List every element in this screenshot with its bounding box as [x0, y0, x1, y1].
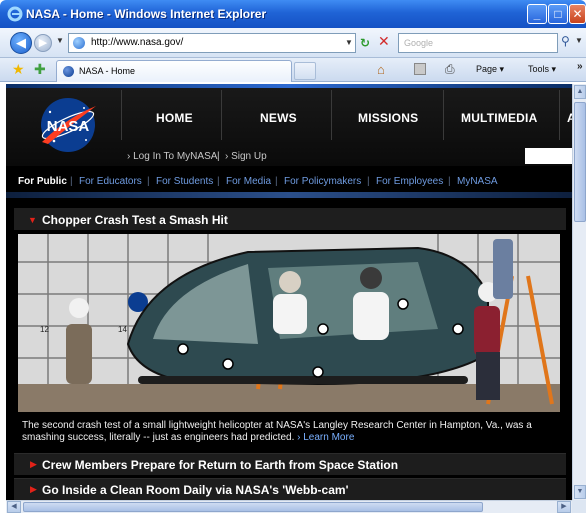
audience-students[interactable]: For Students [156, 176, 213, 187]
audience-separator: | [448, 176, 451, 187]
login-mynasa-link[interactable]: › Log In To MyNASA [127, 151, 217, 162]
board-number-12: 12 [40, 325, 49, 334]
scroll-right-icon[interactable]: ▶ [557, 501, 571, 513]
audience-separator: | [70, 176, 73, 187]
minimize-button[interactable]: _ [527, 4, 547, 24]
signup-link[interactable]: › Sign Up [225, 151, 267, 162]
search-input[interactable]: Google [398, 33, 558, 53]
maximize-button[interactable]: □ [548, 4, 568, 24]
page-globe-icon [73, 37, 85, 49]
forward-button[interactable]: ▶ [34, 34, 52, 52]
audience-mynasa[interactable]: MyNASA [457, 176, 498, 187]
story-title-crew-return[interactable]: Crew Members Prepare for Return to Earth… [42, 458, 398, 472]
nav-news[interactable]: NEWS [260, 111, 297, 125]
horizontal-scroll-thumb[interactable] [23, 502, 483, 512]
login-separator: | [217, 151, 220, 162]
page-menu-button[interactable]: Page ▾ [476, 64, 504, 75]
internet-explorer-icon [7, 6, 23, 22]
expanded-arrow-icon: ▼ [28, 215, 37, 225]
address-dropdown-icon[interactable]: ▼ [342, 33, 356, 53]
nav-multimedia[interactable]: MULTIMEDIA [461, 111, 537, 125]
scroll-down-icon[interactable]: ▼ [574, 485, 586, 499]
more-commands-button[interactable]: » [577, 61, 583, 72]
nav-divider [443, 90, 444, 140]
feature-caption-text: The second crash test of a small lightwe… [22, 420, 532, 443]
address-url[interactable]: http://www.nasa.gov/ [91, 37, 183, 48]
audience-media[interactable]: For Media [226, 176, 271, 187]
collapsed-arrow-icon: ▶ [30, 484, 37, 494]
refresh-icon[interactable]: ↻ [360, 36, 370, 50]
site-search-input[interactable] [525, 148, 572, 164]
feature-title[interactable]: Chopper Crash Test a Smash Hit [42, 213, 228, 227]
recent-pages-dropdown-icon[interactable]: ▼ [56, 36, 64, 45]
search-options-dropdown-icon[interactable]: ▼ [575, 36, 583, 45]
nasa-header: NASA HOME NEWS MISSIONS MULTIMEDIA A › L… [6, 84, 572, 166]
learn-more-link[interactable]: › Learn More [297, 432, 354, 443]
home-icon[interactable]: ⌂ [377, 62, 385, 77]
audience-policymakers[interactable]: For Policymakers [284, 176, 361, 187]
audience-educators[interactable]: For Educators [79, 176, 142, 187]
feature-photo-helicopter[interactable]: 12 14 [18, 234, 560, 412]
header-accent-line [6, 84, 572, 88]
vertical-scroll-thumb[interactable] [574, 102, 586, 222]
favorites-star-icon[interactable]: ★ [12, 61, 25, 78]
tab-nasa-home[interactable]: NASA - Home [56, 60, 292, 82]
nav-divider [121, 90, 122, 140]
window-titlebar[interactable]: NASA - Home - Windows Internet Explorer … [0, 0, 586, 28]
scrollbar-corner [572, 500, 586, 513]
nav-home[interactable]: HOME [156, 111, 193, 125]
nasa-logo-text: NASA [47, 118, 90, 135]
address-field[interactable]: http://www.nasa.gov/ [68, 33, 356, 53]
address-toolbar: ◀ ▶ ▼ http://www.nasa.gov/ ▼ ↻ ✕ Google … [0, 28, 586, 58]
vertical-scrollbar[interactable]: ▲ ▼ [572, 84, 586, 500]
horizontal-scrollbar[interactable]: ◀ ▶ [6, 500, 572, 513]
nav-divider [331, 90, 332, 140]
audience-separator: | [147, 176, 150, 187]
print-icon[interactable]: ⎙ [445, 62, 455, 77]
back-button[interactable]: ◀ [10, 32, 32, 54]
collapsed-arrow-icon: ▶ [30, 459, 37, 469]
audience-separator: | [367, 176, 370, 187]
audience-employees[interactable]: For Employees [376, 176, 443, 187]
board-number-14: 14 [118, 325, 127, 334]
audience-public[interactable]: For Public [18, 176, 67, 187]
nav-missions[interactable]: MISSIONS [358, 111, 418, 125]
tab-label: NASA - Home [79, 66, 136, 76]
audience-separator: | [217, 176, 220, 187]
feeds-icon[interactable] [414, 63, 426, 75]
tab-command-bar: ★ ✚ NASA - Home ⌂ ⎙ Page ▾ Tools ▾ » [0, 58, 586, 82]
stop-icon[interactable]: ✕ [378, 33, 390, 50]
audience-separator: | [275, 176, 278, 187]
scroll-up-icon[interactable]: ▲ [574, 85, 586, 99]
close-button[interactable]: ✕ [569, 4, 586, 24]
audience-accent-bar [6, 192, 572, 198]
page-viewport: NASA HOME NEWS MISSIONS MULTIMEDIA A › L… [6, 84, 572, 500]
nasa-logo[interactable]: NASA [36, 96, 100, 154]
search-placeholder: Google [404, 38, 434, 48]
nav-divider [221, 90, 222, 140]
new-tab-button[interactable] [294, 62, 316, 80]
add-favorites-icon[interactable]: ✚ [34, 61, 46, 78]
story-title-webb-cam[interactable]: Go Inside a Clean Room Daily via NASA's … [42, 483, 348, 497]
scroll-left-icon[interactable]: ◀ [7, 501, 21, 513]
search-icon[interactable]: ⚲ [561, 34, 570, 48]
feature-caption: The second crash test of a small lightwe… [22, 420, 552, 444]
window-title: NASA - Home - Windows Internet Explorer [26, 7, 267, 21]
nasa-favicon-icon [63, 66, 74, 77]
tools-menu-button[interactable]: Tools ▾ [528, 64, 556, 75]
nav-divider [559, 90, 560, 140]
